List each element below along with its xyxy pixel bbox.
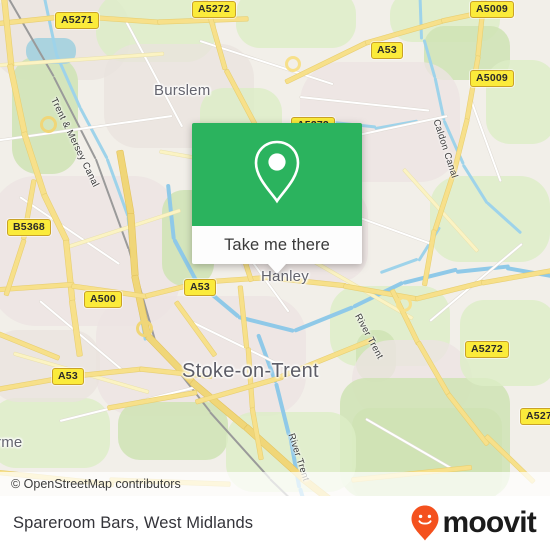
- take-me-there-button[interactable]: Take me there: [192, 226, 362, 264]
- waterway: [379, 258, 419, 275]
- road-shield: A5272: [192, 1, 236, 18]
- road-shield: A53: [371, 42, 403, 59]
- landuse-area: [118, 402, 228, 460]
- footer-bar: Spareroom Bars, West Midlands moovit: [0, 496, 550, 550]
- moovit-smiley-pin-icon: [410, 504, 440, 542]
- road-shield: A5271: [55, 12, 99, 29]
- page-title: Spareroom Bars, West Midlands: [13, 513, 254, 532]
- road-shield: A53: [52, 368, 84, 385]
- place-label-burslem: Burslem: [154, 82, 211, 99]
- road-shield: A500: [84, 291, 122, 308]
- map-canvas[interactable]: Trent & Mersey Canal Caldon Canal River …: [0, 0, 550, 496]
- map-attribution: © OpenStreetMap contributors: [0, 472, 550, 496]
- attribution-text[interactable]: © OpenStreetMap contributors: [0, 477, 181, 491]
- roundabout: [285, 56, 301, 72]
- waterway: [402, 267, 458, 285]
- map-pin-icon: [249, 137, 305, 212]
- road-shield: A5009: [470, 1, 514, 18]
- moovit-logo[interactable]: moovit: [410, 504, 550, 542]
- road-shield: A5272: [465, 341, 509, 358]
- popup-image-panel: [192, 123, 362, 226]
- road-shield: A5272: [520, 408, 550, 425]
- popup-tail: [268, 264, 286, 274]
- place-label-stoke-on-trent: Stoke-on-Trent: [182, 360, 319, 382]
- landuse-area: [0, 398, 110, 468]
- roundabout: [136, 320, 153, 337]
- road-shield: B5368: [7, 219, 51, 236]
- location-popup-card[interactable]: Take me there: [192, 123, 362, 274]
- moovit-map-screenshot: Trent & Mersey Canal Caldon Canal River …: [0, 0, 550, 550]
- road-shield: A53: [184, 279, 216, 296]
- roundabout: [396, 296, 412, 312]
- place-label-lyme: rme: [0, 434, 23, 451]
- waterway: [455, 264, 510, 274]
- road-shield: A5009: [470, 70, 514, 87]
- moovit-wordmark: moovit: [442, 506, 536, 539]
- take-me-there-label: Take me there: [224, 235, 330, 254]
- landuse-area: [236, 0, 356, 48]
- roundabout: [40, 116, 57, 133]
